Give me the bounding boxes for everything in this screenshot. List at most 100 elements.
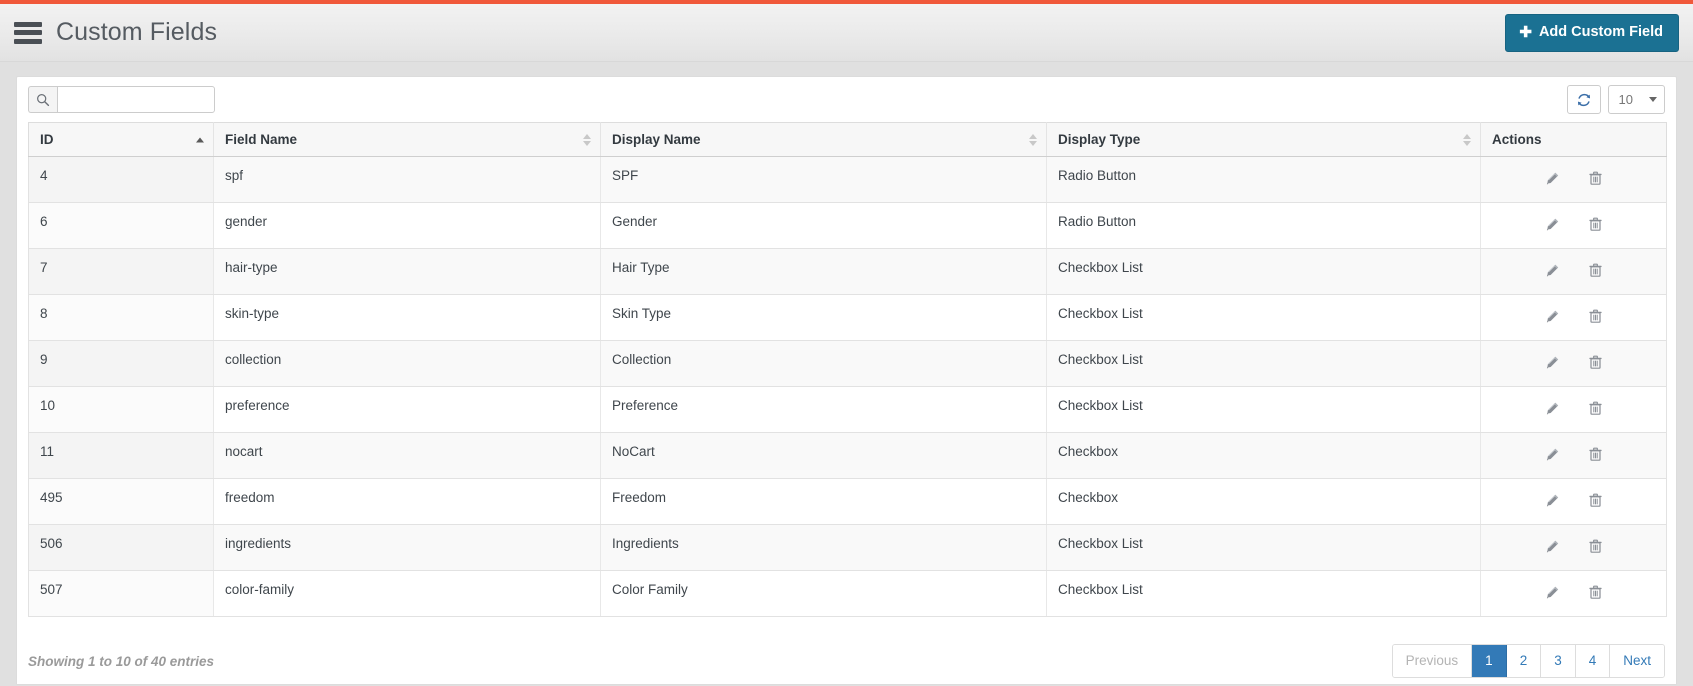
table-head: ID Field Name Display Name Display Type … <box>28 122 1667 157</box>
cell-actions <box>1480 156 1667 203</box>
table-area: ID Field Name Display Name Display Type … <box>17 122 1676 638</box>
delete-row-button[interactable] <box>1586 399 1604 417</box>
cell-display-type: Radio Button <box>1046 156 1481 203</box>
delete-row-button[interactable] <box>1586 169 1604 187</box>
delete-row-button[interactable] <box>1586 491 1604 509</box>
page-title: Custom Fields <box>56 18 218 46</box>
cell-display-type: Checkbox <box>1046 478 1481 525</box>
header-actions: ✚ Add Custom Field <box>1505 13 1679 52</box>
cell-display-type: Checkbox List <box>1046 340 1481 387</box>
cell-display-name: SPF <box>600 156 1047 203</box>
edit-row-button[interactable] <box>1543 353 1561 371</box>
cell-field-name: skin-type <box>213 294 601 341</box>
column-header-id[interactable]: ID <box>28 122 214 157</box>
pagination-page-2-button[interactable]: 2 <box>1506 644 1542 678</box>
cell-field-name: hair-type <box>213 248 601 295</box>
delete-row-button[interactable] <box>1586 215 1604 233</box>
entries-info: Showing 1 to 10 of 40 entries <box>28 653 215 669</box>
edit-row-button[interactable] <box>1543 445 1561 463</box>
cell-field-name: spf <box>213 156 601 203</box>
cell-id: 506 <box>28 524 214 571</box>
delete-row-button[interactable] <box>1586 353 1604 371</box>
action-icons <box>1492 537 1655 555</box>
column-header-label: Actions <box>1492 132 1542 147</box>
table-row: 10 preference Preference Checkbox List <box>28 386 1667 433</box>
edit-row-button[interactable] <box>1543 399 1561 417</box>
column-header-display-type[interactable]: Display Type <box>1046 122 1481 157</box>
search-group <box>28 86 215 113</box>
hamburger-bar <box>14 38 42 44</box>
edit-row-button[interactable] <box>1543 215 1561 233</box>
column-header-label: Field Name <box>225 132 298 147</box>
edit-row-button[interactable] <box>1543 261 1561 279</box>
page-length-value: 10 <box>1618 92 1633 107</box>
edit-row-button[interactable] <box>1543 583 1561 601</box>
column-header-label: ID <box>40 132 54 147</box>
edit-row-button[interactable] <box>1543 491 1561 509</box>
pagination-next-button[interactable]: Next <box>1610 644 1664 678</box>
search-input[interactable] <box>57 86 215 113</box>
sort-indicator-ascending-icon <box>196 137 204 142</box>
table-row: 6 gender Gender Radio Button <box>28 202 1667 249</box>
chevron-down-icon <box>1649 97 1657 102</box>
delete-row-button[interactable] <box>1586 445 1604 463</box>
plus-icon: ✚ <box>1519 23 1532 41</box>
action-icons <box>1492 307 1655 325</box>
cell-display-name: Color Family <box>600 570 1047 617</box>
table-row: 506 ingredients Ingredients Checkbox List <box>28 524 1667 571</box>
add-custom-field-button[interactable]: ✚ Add Custom Field <box>1505 13 1679 52</box>
content-wrapper: 10 ID Field Name Display Name Display Ty… <box>0 62 1693 685</box>
action-icons <box>1492 583 1655 601</box>
action-icons <box>1492 215 1655 233</box>
hamburger-menu-icon[interactable] <box>14 21 42 44</box>
delete-row-button[interactable] <box>1586 537 1604 555</box>
hamburger-bar <box>14 21 42 27</box>
cell-actions <box>1480 340 1667 387</box>
cell-id: 11 <box>28 432 214 479</box>
cell-display-name: Freedom <box>600 478 1047 525</box>
cell-actions <box>1480 432 1667 479</box>
column-header-label: Display Type <box>1058 132 1141 147</box>
cell-id: 4 <box>28 156 214 203</box>
pagination-page-3-button[interactable]: 3 <box>1541 644 1576 678</box>
cell-field-name: nocart <box>213 432 601 479</box>
cell-actions <box>1480 524 1667 571</box>
cell-field-name: ingredients <box>213 524 601 571</box>
cell-display-name: Hair Type <box>600 248 1047 295</box>
column-header-field-name[interactable]: Field Name <box>213 122 601 157</box>
cell-display-name: Collection <box>600 340 1047 387</box>
table-header-row: ID Field Name Display Name Display Type … <box>28 122 1667 157</box>
custom-fields-table: ID Field Name Display Name Display Type … <box>28 122 1667 617</box>
cell-id: 9 <box>28 340 214 387</box>
table-row: 9 collection Collection Checkbox List <box>28 340 1667 387</box>
edit-row-button[interactable] <box>1543 307 1561 325</box>
cell-id: 8 <box>28 294 214 341</box>
refresh-button[interactable] <box>1566 85 1601 114</box>
edit-row-button[interactable] <box>1543 537 1561 555</box>
pagination-previous-button[interactable]: Previous <box>1392 644 1473 678</box>
table-body: 4 spf SPF Radio Button 6 gender Gender Radio Bu… <box>28 156 1667 617</box>
column-header-display-name[interactable]: Display Name <box>600 122 1047 157</box>
cell-display-name: Preference <box>600 386 1047 433</box>
page-length-select[interactable]: 10 <box>1607 85 1665 114</box>
hamburger-bar <box>14 30 42 35</box>
pagination-page-4-button[interactable]: 4 <box>1575 644 1611 678</box>
table-row: 7 hair-type Hair Type Checkbox List <box>28 248 1667 295</box>
cell-display-type: Checkbox <box>1046 432 1481 479</box>
cell-display-name: Ingredients <box>600 524 1047 571</box>
action-icons <box>1492 261 1655 279</box>
table-row: 495 freedom Freedom Checkbox <box>28 478 1667 525</box>
cell-display-name: Gender <box>600 202 1047 249</box>
delete-row-button[interactable] <box>1586 261 1604 279</box>
edit-row-button[interactable] <box>1543 169 1561 187</box>
delete-row-button[interactable] <box>1586 307 1604 325</box>
pagination-page-1-button[interactable]: 1 <box>1472 644 1507 678</box>
delete-row-button[interactable] <box>1586 583 1604 601</box>
cell-actions <box>1480 248 1667 295</box>
cell-id: 6 <box>28 202 214 249</box>
table-toolbar: 10 <box>17 77 1676 122</box>
pagination: Previous 1 2 3 4 Next <box>1391 643 1665 679</box>
sort-indicator-icon <box>583 133 591 146</box>
toolbar-right: 10 <box>1566 85 1665 114</box>
cell-id: 7 <box>28 248 214 295</box>
